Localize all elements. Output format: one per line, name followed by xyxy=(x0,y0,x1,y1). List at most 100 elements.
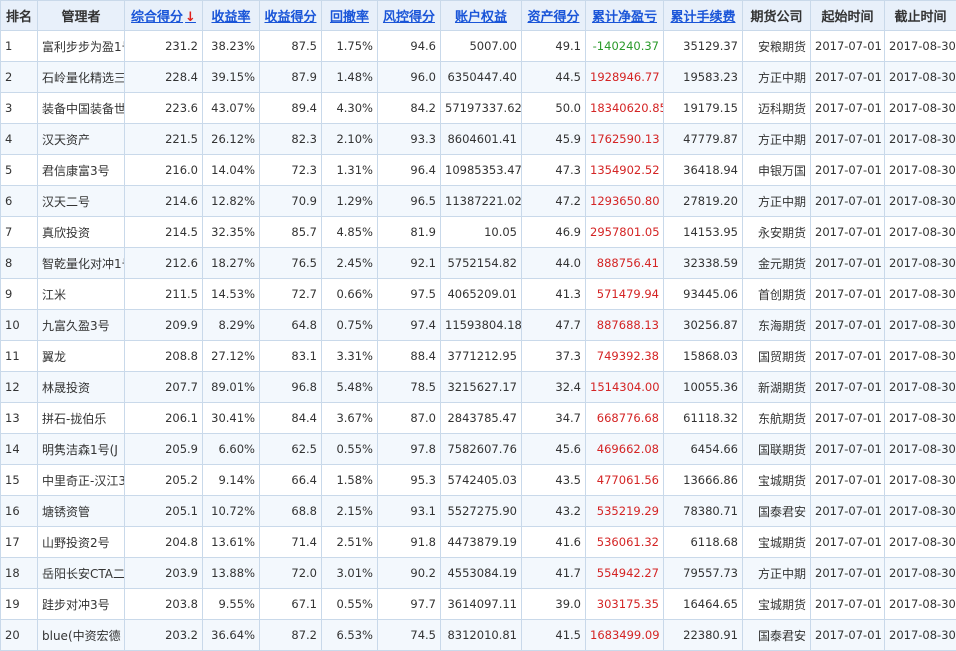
manager-name-link[interactable]: 智乾量化对冲1号 xyxy=(38,248,125,279)
start-date-cell: 2017-07-01 xyxy=(811,279,885,310)
asset-score-cell: 37.3 xyxy=(522,341,586,372)
fees-cell: 27819.20 xyxy=(664,186,743,217)
drawdown-cell: 1.48% xyxy=(322,62,378,93)
asset-score-cell: 41.7 xyxy=(522,558,586,589)
col-asset-score-sort-link[interactable]: 资产得分 xyxy=(522,1,586,31)
col-risk-score-sort-link[interactable]: 风控得分 xyxy=(378,1,441,31)
end-date-cell: 2017-08-30 xyxy=(885,248,956,279)
asset-score-cell: 50.0 xyxy=(522,93,586,124)
company-cell: 方正中期 xyxy=(743,62,811,93)
col-net-pnl-sort-link[interactable]: 累计净盈亏 xyxy=(586,1,664,31)
col-return-rate-sort-link[interactable]: 收益率 xyxy=(203,1,260,31)
col-fees-sort-link[interactable]: 累计手续费 xyxy=(664,1,743,31)
fees-cell: 16464.65 xyxy=(664,589,743,620)
return-rate-cell: 89.01% xyxy=(203,372,260,403)
drawdown-cell: 3.67% xyxy=(322,403,378,434)
score-cell: 221.5 xyxy=(125,124,203,155)
company-cell: 东海期货 xyxy=(743,310,811,341)
risk-score-cell: 87.0 xyxy=(378,403,441,434)
drawdown-cell: 0.66% xyxy=(322,279,378,310)
col-score-sort-link[interactable]: 综合得分↓ xyxy=(125,1,203,31)
table-row: 11翼龙208.827.12%83.13.31%88.43771212.9537… xyxy=(1,341,956,372)
return-score-cell: 67.1 xyxy=(260,589,322,620)
col-equity-sort-link[interactable]: 账户权益 xyxy=(441,1,522,31)
return-rate-cell: 14.53% xyxy=(203,279,260,310)
net-pnl-cell: 536061.32 xyxy=(586,527,664,558)
fees-cell: 19179.15 xyxy=(664,93,743,124)
risk-score-cell: 96.0 xyxy=(378,62,441,93)
net-pnl-cell: 1928946.77 xyxy=(586,62,664,93)
manager-name-link[interactable]: 汉天二号 xyxy=(38,186,125,217)
drawdown-cell: 1.29% xyxy=(322,186,378,217)
company-cell: 方正中期 xyxy=(743,186,811,217)
company-cell: 方正中期 xyxy=(743,558,811,589)
return-rate-cell: 18.27% xyxy=(203,248,260,279)
manager-name-link[interactable]: 翼龙 xyxy=(38,341,125,372)
manager-name-link[interactable]: 山野投资2号 xyxy=(38,527,125,558)
company-cell: 宝城期货 xyxy=(743,589,811,620)
fees-cell: 32338.59 xyxy=(664,248,743,279)
return-score-cell: 70.9 xyxy=(260,186,322,217)
equity-cell: 11387221.02 xyxy=(441,186,522,217)
col-drawdown-sort-link[interactable]: 回撤率 xyxy=(322,1,378,31)
score-cell: 207.7 xyxy=(125,372,203,403)
table-row: 4汉天资产221.526.12%82.32.10%93.38604601.414… xyxy=(1,124,956,155)
equity-cell: 7582607.76 xyxy=(441,434,522,465)
sort-down-arrow-icon: ↓ xyxy=(185,10,196,25)
return-score-cell: 72.0 xyxy=(260,558,322,589)
start-date-cell: 2017-07-01 xyxy=(811,310,885,341)
table-row: 16塘锈资管205.110.72%68.82.15%93.15527275.90… xyxy=(1,496,956,527)
equity-cell: 5527275.90 xyxy=(441,496,522,527)
risk-score-cell: 90.2 xyxy=(378,558,441,589)
rank-cell: 1 xyxy=(1,31,38,62)
fees-cell: 78380.71 xyxy=(664,496,743,527)
manager-name-link[interactable]: 岳阳长安CTA二号 xyxy=(38,558,125,589)
fees-cell: 6454.66 xyxy=(664,434,743,465)
rank-cell: 17 xyxy=(1,527,38,558)
manager-name-link[interactable]: 明隽洁森1号(J xyxy=(38,434,125,465)
manager-name-link[interactable]: 拼石-拢伯乐 xyxy=(38,403,125,434)
return-rate-cell: 14.04% xyxy=(203,155,260,186)
start-date-cell: 2017-07-01 xyxy=(811,248,885,279)
manager-name-link[interactable]: 真欣投资 xyxy=(38,217,125,248)
return-score-cell: 83.1 xyxy=(260,341,322,372)
asset-score-cell: 39.0 xyxy=(522,589,586,620)
drawdown-cell: 5.48% xyxy=(322,372,378,403)
score-cell: 223.6 xyxy=(125,93,203,124)
equity-cell: 3614097.11 xyxy=(441,589,522,620)
return-score-cell: 84.4 xyxy=(260,403,322,434)
company-cell: 永安期货 xyxy=(743,217,811,248)
end-date-cell: 2017-08-30 xyxy=(885,465,956,496)
equity-cell: 10985353.47 xyxy=(441,155,522,186)
return-rate-cell: 27.12% xyxy=(203,341,260,372)
manager-name-link[interactable]: 中里奇正-汉江3号 xyxy=(38,465,125,496)
manager-name-link[interactable]: 林晟投资 xyxy=(38,372,125,403)
manager-name-link[interactable]: 跬步对冲3号 xyxy=(38,589,125,620)
fees-cell: 10055.36 xyxy=(664,372,743,403)
table-row: 7真欣投资214.532.35%85.74.85%81.910.0546.929… xyxy=(1,217,956,248)
net-pnl-cell: 18340620.85 xyxy=(586,93,664,124)
col-return-score-sort-link[interactable]: 收益得分 xyxy=(260,1,322,31)
manager-name-link[interactable]: 石岭量化精选三号 xyxy=(38,62,125,93)
manager-name-link[interactable]: 汉天资产 xyxy=(38,124,125,155)
end-date-cell: 2017-08-30 xyxy=(885,31,956,62)
start-date-cell: 2017-07-01 xyxy=(811,186,885,217)
fees-cell: 61118.32 xyxy=(664,403,743,434)
return-score-cell: 96.8 xyxy=(260,372,322,403)
manager-name-link[interactable]: 君信康富3号 xyxy=(38,155,125,186)
table-row: 17山野投资2号204.813.61%71.42.51%91.84473879.… xyxy=(1,527,956,558)
manager-name-link[interactable]: 江米 xyxy=(38,279,125,310)
manager-name-link[interactable]: 塘锈资管 xyxy=(38,496,125,527)
drawdown-cell: 1.58% xyxy=(322,465,378,496)
manager-name-link[interactable]: 九富久盈3号 xyxy=(38,310,125,341)
rank-cell: 16 xyxy=(1,496,38,527)
net-pnl-cell: 477061.56 xyxy=(586,465,664,496)
manager-name-link[interactable]: 装备中国装备世界 xyxy=(38,93,125,124)
col-rank: 排名 xyxy=(1,1,38,31)
risk-score-cell: 97.4 xyxy=(378,310,441,341)
end-date-cell: 2017-08-30 xyxy=(885,310,956,341)
manager-name-link[interactable]: 富利步步为盈1号 xyxy=(38,31,125,62)
score-cell: 231.2 xyxy=(125,31,203,62)
end-date-cell: 2017-08-30 xyxy=(885,496,956,527)
net-pnl-cell: 749392.38 xyxy=(586,341,664,372)
